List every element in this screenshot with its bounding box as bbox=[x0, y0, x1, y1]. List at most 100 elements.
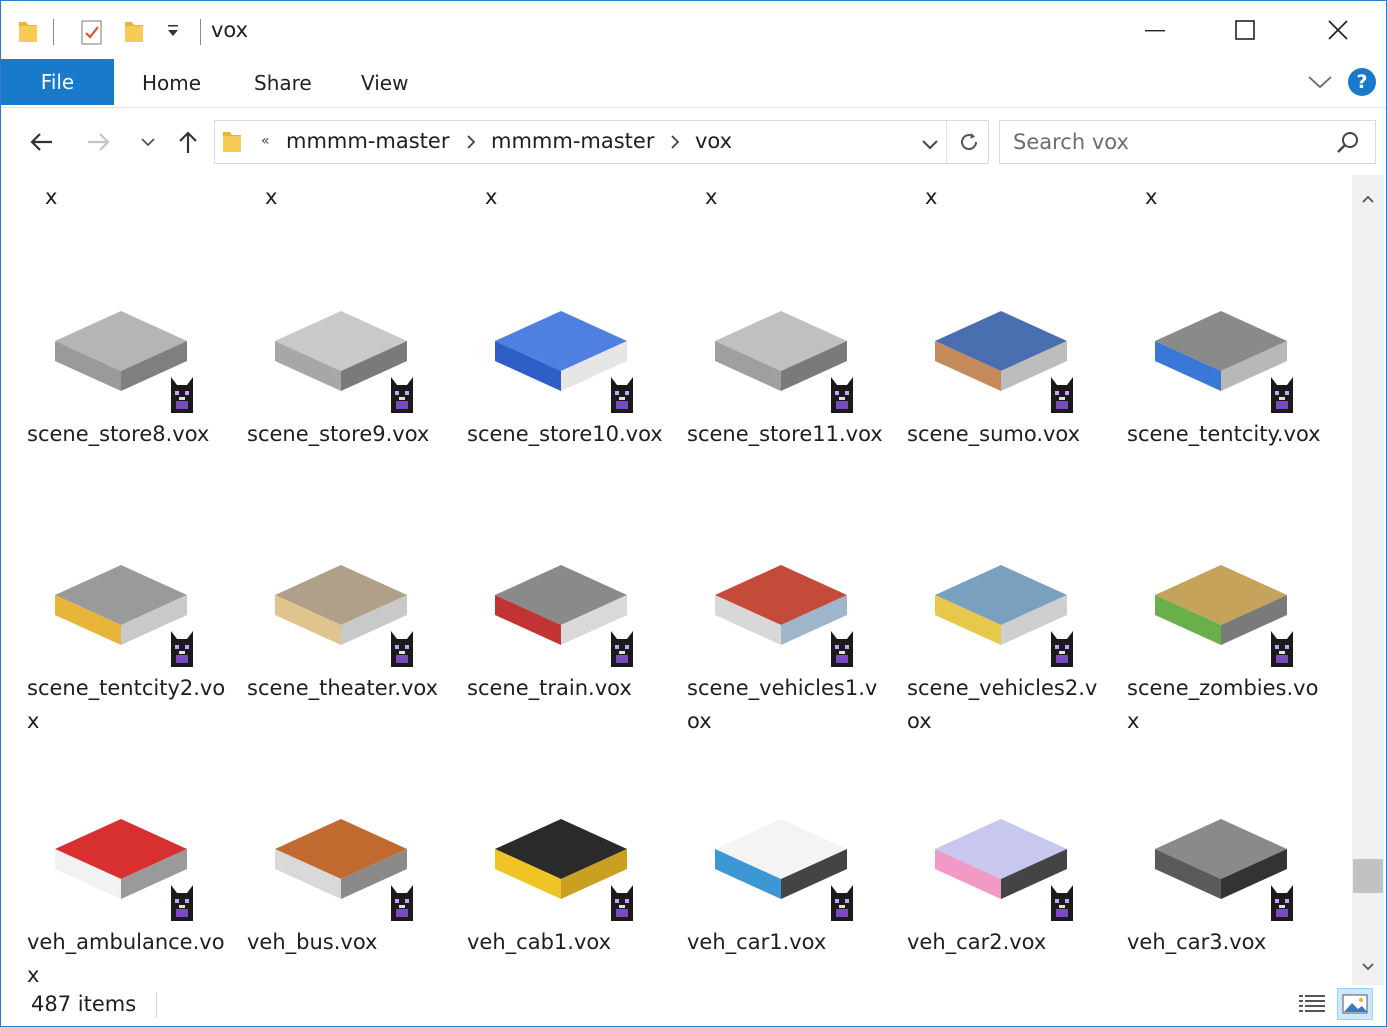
explorer-window: vox File Home Share View ? « mmmm-master… bbox=[0, 0, 1387, 1027]
new-folder-icon[interactable] bbox=[123, 18, 145, 48]
refresh-icon[interactable] bbox=[958, 130, 980, 158]
vox-cat-icon bbox=[1047, 883, 1077, 923]
file-item[interactable]: scene_store10.vox bbox=[457, 213, 667, 463]
partial-filename[interactable]: x bbox=[705, 185, 717, 209]
file-name: scene_sumo.vox bbox=[907, 422, 1081, 446]
tab-share[interactable]: Share bbox=[254, 71, 312, 95]
back-button[interactable] bbox=[21, 122, 61, 162]
file-item[interactable]: scene_store9.vox bbox=[237, 213, 447, 463]
file-name: scene_store9.vox bbox=[247, 422, 430, 446]
close-icon bbox=[1328, 20, 1348, 40]
file-name: veh_car3.vox bbox=[1127, 930, 1267, 954]
file-item[interactable]: scene_train.vox bbox=[457, 467, 667, 717]
ribbon-tabs: File Home Share View ? bbox=[1, 59, 1386, 108]
vox-cat-icon bbox=[387, 375, 417, 415]
up-button[interactable] bbox=[168, 122, 208, 162]
properties-check-icon[interactable] bbox=[80, 18, 104, 50]
title-bar: vox bbox=[1, 1, 1386, 59]
scroll-up-icon[interactable] bbox=[1361, 189, 1375, 208]
file-name: scene_train.vox bbox=[467, 676, 632, 700]
close-button[interactable] bbox=[1315, 7, 1361, 53]
partial-filename[interactable]: x bbox=[1145, 185, 1157, 209]
breadcrumb-item[interactable]: mmmm-master bbox=[286, 129, 449, 153]
help-icon: ? bbox=[1356, 71, 1368, 93]
maximize-icon bbox=[1235, 20, 1255, 40]
search-box[interactable]: Search vox bbox=[999, 120, 1376, 164]
recent-locations-button[interactable] bbox=[128, 122, 168, 162]
address-dropdown-chevron-icon[interactable] bbox=[921, 136, 939, 155]
vox-cat-icon bbox=[1267, 629, 1297, 669]
customize-toolbar-dropdown-icon[interactable] bbox=[166, 23, 180, 42]
scroll-down-icon[interactable] bbox=[1361, 957, 1375, 976]
vox-cat-icon bbox=[607, 883, 637, 923]
vox-cat-icon bbox=[607, 629, 637, 669]
file-item[interactable]: veh_car3.vox bbox=[1117, 721, 1327, 971]
file-name: scene_store11.vox bbox=[687, 422, 883, 446]
details-view-icon[interactable] bbox=[1297, 991, 1327, 1021]
address-bar[interactable]: « mmmm-master mmmm-master vox bbox=[214, 120, 989, 164]
breadcrumb-item[interactable]: vox bbox=[695, 129, 732, 153]
file-item[interactable]: veh_ambulance.vox bbox=[17, 721, 227, 985]
minimize-icon bbox=[1145, 30, 1165, 32]
expand-ribbon-chevron-icon[interactable] bbox=[1307, 73, 1333, 95]
breadcrumb-item[interactable]: mmmm-master bbox=[491, 129, 654, 153]
vox-cat-icon bbox=[827, 629, 857, 669]
help-button[interactable]: ? bbox=[1348, 68, 1376, 96]
vox-cat-icon bbox=[827, 375, 857, 415]
file-name: scene_theater.vox bbox=[247, 676, 439, 700]
file-name: scene_tentcity.vox bbox=[1127, 422, 1321, 446]
partial-filename[interactable]: x bbox=[45, 185, 57, 209]
file-list: x x x x x x scene_store8.vox scene_store9… bbox=[1, 175, 1351, 985]
large-icons-view-icon[interactable] bbox=[1337, 988, 1373, 1020]
back-arrow-icon bbox=[30, 133, 52, 151]
partial-filename[interactable]: x bbox=[485, 185, 497, 209]
navigation-bar: « mmmm-master mmmm-master vox Search vox bbox=[1, 108, 1386, 174]
file-item[interactable]: scene_tentcity.vox bbox=[1117, 213, 1327, 463]
vox-cat-icon bbox=[1267, 883, 1297, 923]
file-item[interactable]: scene_zombies.vox bbox=[1117, 467, 1327, 733]
file-item[interactable]: scene_tentcity2.vox bbox=[17, 467, 227, 733]
file-item[interactable]: scene_theater.vox bbox=[237, 467, 447, 717]
title-divider bbox=[53, 19, 54, 45]
forward-arrow-icon bbox=[88, 133, 110, 151]
file-item[interactable]: scene_vehicles1.vox bbox=[677, 467, 887, 733]
folder-icon bbox=[221, 128, 243, 158]
breadcrumb-overflow[interactable]: « bbox=[261, 133, 270, 149]
status-bar: 487 items bbox=[1, 986, 1386, 1026]
scrollbar-thumb[interactable] bbox=[1353, 859, 1383, 893]
minimize-button[interactable] bbox=[1132, 7, 1178, 53]
file-item[interactable]: veh_car2.vox bbox=[897, 721, 1107, 971]
file-name: scene_store8.vox bbox=[27, 422, 210, 446]
breadcrumb-separator-icon[interactable] bbox=[670, 134, 680, 154]
partial-filename[interactable]: x bbox=[265, 185, 277, 209]
address-divider bbox=[946, 121, 947, 163]
file-item[interactable]: veh_car1.vox bbox=[677, 721, 887, 971]
maximize-button[interactable] bbox=[1222, 7, 1268, 53]
file-item[interactable]: scene_store8.vox bbox=[17, 213, 227, 463]
title-divider bbox=[200, 19, 201, 45]
forward-button[interactable] bbox=[79, 122, 119, 162]
vox-cat-icon bbox=[387, 883, 417, 923]
file-name: scene_store10.vox bbox=[467, 422, 663, 446]
tab-file[interactable]: File bbox=[1, 59, 114, 105]
partial-filename[interactable]: x bbox=[925, 185, 937, 209]
file-name: veh_ambulance.vox bbox=[27, 930, 225, 985]
folder-icon[interactable] bbox=[17, 18, 39, 48]
chevron-down-icon bbox=[141, 138, 155, 147]
tab-home[interactable]: Home bbox=[142, 71, 201, 95]
vox-cat-icon bbox=[167, 883, 197, 923]
breadcrumb-separator-icon[interactable] bbox=[466, 134, 476, 154]
file-item[interactable]: scene_store11.vox bbox=[677, 213, 887, 463]
file-item[interactable]: scene_sumo.vox bbox=[897, 213, 1107, 463]
file-item[interactable]: veh_cab1.vox bbox=[457, 721, 667, 971]
vox-cat-icon bbox=[1047, 629, 1077, 669]
vox-cat-icon bbox=[1047, 375, 1077, 415]
vox-cat-icon bbox=[827, 883, 857, 923]
vox-cat-icon bbox=[1267, 375, 1297, 415]
file-item[interactable]: veh_bus.vox bbox=[237, 721, 447, 971]
tab-view[interactable]: View bbox=[361, 71, 408, 95]
item-count: 487 items bbox=[31, 992, 137, 1016]
search-input[interactable]: Search vox bbox=[1013, 130, 1129, 154]
search-icon[interactable] bbox=[1336, 130, 1360, 158]
file-item[interactable]: scene_vehicles2.vox bbox=[897, 467, 1107, 733]
